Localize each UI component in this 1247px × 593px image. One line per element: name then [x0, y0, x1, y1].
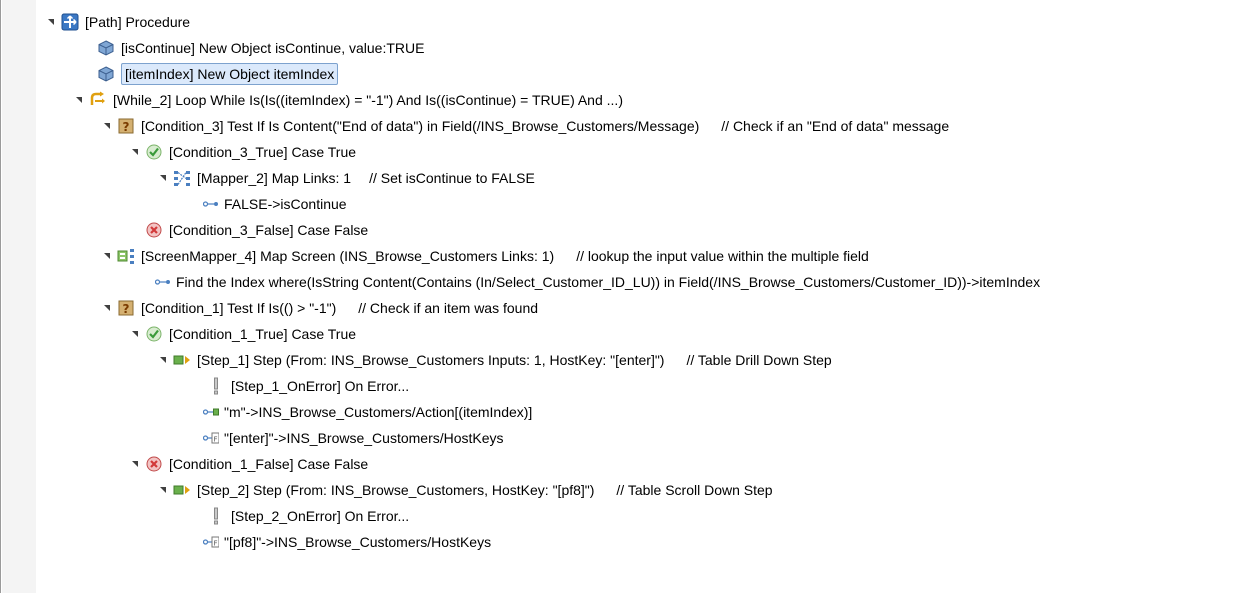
- tree-node-link-false-iscontinue[interactable]: FALSE->isContinue: [203, 192, 347, 216]
- hostkey-link-icon: F: [203, 429, 219, 447]
- node-comment: // Set isContinue to FALSE: [369, 170, 535, 186]
- hostkey-link-icon: F: [203, 533, 219, 551]
- svg-text:?: ?: [123, 120, 130, 134]
- case-false-x-icon: [145, 221, 163, 239]
- node-label: "[enter]"->INS_Browse_Customers/HostKeys: [224, 430, 504, 446]
- node-label: [Step_1_OnError] On Error...: [231, 378, 410, 394]
- svg-text:F: F: [213, 540, 217, 548]
- tree-node-step-1-onerror[interactable]: [Step_1_OnError] On Error...: [209, 374, 409, 398]
- link-mapping-icon: [203, 195, 219, 213]
- tree-node-step-2-onerror[interactable]: [Step_2_OnError] On Error...: [209, 504, 409, 528]
- tree-gutter: [2, 0, 36, 593]
- node-label: [isContinue] New Object isContinue, valu…: [121, 40, 425, 56]
- node-label: [Condition_3] Test If Is Content("End of…: [141, 118, 700, 134]
- node-label: [Condition_3_False] Case False: [169, 222, 369, 238]
- tree-node-step-1[interactable]: [Step_1] Step (From: INS_Browse_Customer…: [159, 348, 832, 372]
- node-label: FALSE->isContinue: [224, 196, 347, 212]
- step-icon: [173, 351, 191, 369]
- node-label: [Condition_1_False] Case False: [169, 456, 369, 472]
- tree-node-iscontinue[interactable]: [isContinue] New Object isContinue, valu…: [97, 36, 424, 60]
- tree-node-link-find-index[interactable]: Find the Index where(IsString Content(Co…: [155, 270, 1040, 294]
- tree-node-mapper-2[interactable]: [Mapper_2] Map Links: 1 // Set isContinu…: [159, 166, 535, 190]
- tree-node-condition-3[interactable]: ? [Condition_3] Test If Is Content("End …: [103, 114, 949, 138]
- node-label: [Step_1] Step (From: INS_Browse_Customer…: [197, 352, 665, 368]
- tree-node-link-pf8-hostkeys[interactable]: F "[pf8]"->INS_Browse_Customers/HostKeys: [203, 530, 491, 554]
- tree-node-condition-3-false[interactable]: [Condition_3_False] Case False: [145, 218, 368, 242]
- svg-text:F: F: [213, 436, 217, 444]
- svg-text:?: ?: [123, 302, 130, 316]
- node-label: "m"->INS_Browse_Customers/Action[(itemIn…: [224, 404, 533, 420]
- node-comment: // Check if an "End of data" message: [721, 118, 950, 134]
- collapse-toggle[interactable]: [159, 166, 169, 190]
- step-icon: [173, 481, 191, 499]
- node-label: [Condition_1_True] Case True: [169, 326, 357, 342]
- condition-question-icon: ?: [117, 117, 135, 135]
- collapse-toggle[interactable]: [131, 322, 141, 346]
- node-label: "[pf8]"->INS_Browse_Customers/HostKeys: [224, 534, 492, 550]
- object-cube-icon: [97, 39, 115, 57]
- node-label: [ScreenMapper_4] Map Screen (INS_Browse_…: [141, 248, 555, 264]
- tree-node-step-2[interactable]: [Step_2] Step (From: INS_Browse_Customer…: [159, 478, 773, 502]
- object-cube-icon: [97, 65, 115, 83]
- collapse-toggle[interactable]: [103, 296, 113, 320]
- procedure-tree-panel: [Path] Procedure [isContinue] New Object…: [0, 0, 1247, 593]
- node-label: [Mapper_2] Map Links: 1: [197, 170, 352, 186]
- node-label: Find the Index where(IsString Content(Co…: [176, 274, 1041, 290]
- on-error-icon: [209, 377, 223, 395]
- case-true-check-icon: [145, 143, 163, 161]
- collapse-toggle[interactable]: [47, 10, 57, 34]
- tree-node-condition-1-false[interactable]: [Condition_1_False] Case False: [131, 452, 368, 476]
- collapse-toggle[interactable]: [103, 244, 113, 268]
- link-mapping-icon: [155, 273, 171, 291]
- while-loop-icon: [89, 91, 107, 109]
- tree-node-condition-3-true[interactable]: [Condition_3_True] Case True: [131, 140, 356, 164]
- condition-question-icon: ?: [117, 299, 135, 317]
- tree-node-condition-1[interactable]: ? [Condition_1] Test If Is(() > "-1") //…: [103, 296, 538, 320]
- node-label: [Path] Procedure: [85, 14, 191, 30]
- node-label: [While_2] Loop While Is(Is((itemIndex) =…: [113, 92, 623, 108]
- case-true-check-icon: [145, 325, 163, 343]
- tree-node-condition-1-true[interactable]: [Condition_1_True] Case True: [131, 322, 356, 346]
- node-label: [Step_2] Step (From: INS_Browse_Customer…: [197, 482, 595, 498]
- link-mapping-icon: [203, 403, 219, 421]
- mapper-icon: [173, 169, 191, 187]
- on-error-icon: [209, 507, 223, 525]
- node-comment: // Check if an item was found: [358, 300, 539, 316]
- collapse-toggle[interactable]: [131, 140, 141, 164]
- tree-node-path-procedure[interactable]: [Path] Procedure: [47, 10, 190, 34]
- path-procedure-icon: [61, 13, 79, 31]
- node-comment: // lookup the input value within the mul…: [576, 248, 869, 264]
- node-label-selected: [itemIndex] New Object itemIndex: [121, 63, 339, 85]
- node-comment: // Table Drill Down Step: [686, 352, 832, 368]
- case-false-x-icon: [145, 455, 163, 473]
- node-label: [Condition_1] Test If Is(() > "-1"): [141, 300, 337, 316]
- node-label: [Step_2_OnError] On Error...: [231, 508, 410, 524]
- collapse-toggle[interactable]: [159, 478, 169, 502]
- collapse-toggle[interactable]: [75, 88, 85, 112]
- node-comment: // Table Scroll Down Step: [616, 482, 773, 498]
- collapse-toggle[interactable]: [159, 348, 169, 372]
- tree-node-while-2[interactable]: [While_2] Loop While Is(Is((itemIndex) =…: [75, 88, 623, 112]
- tree-node-screenmapper-4[interactable]: [ScreenMapper_4] Map Screen (INS_Browse_…: [103, 244, 869, 268]
- tree-node-link-m-action[interactable]: "m"->INS_Browse_Customers/Action[(itemIn…: [203, 400, 532, 424]
- node-label: [Condition_3_True] Case True: [169, 144, 357, 160]
- tree-node-link-enter-hostkeys[interactable]: F "[enter]"->INS_Browse_Customers/HostKe…: [203, 426, 504, 450]
- collapse-toggle[interactable]: [103, 114, 113, 138]
- tree-node-itemindex[interactable]: [itemIndex] New Object itemIndex: [97, 62, 339, 86]
- screen-mapper-icon: [117, 247, 135, 265]
- collapse-toggle[interactable]: [131, 452, 141, 476]
